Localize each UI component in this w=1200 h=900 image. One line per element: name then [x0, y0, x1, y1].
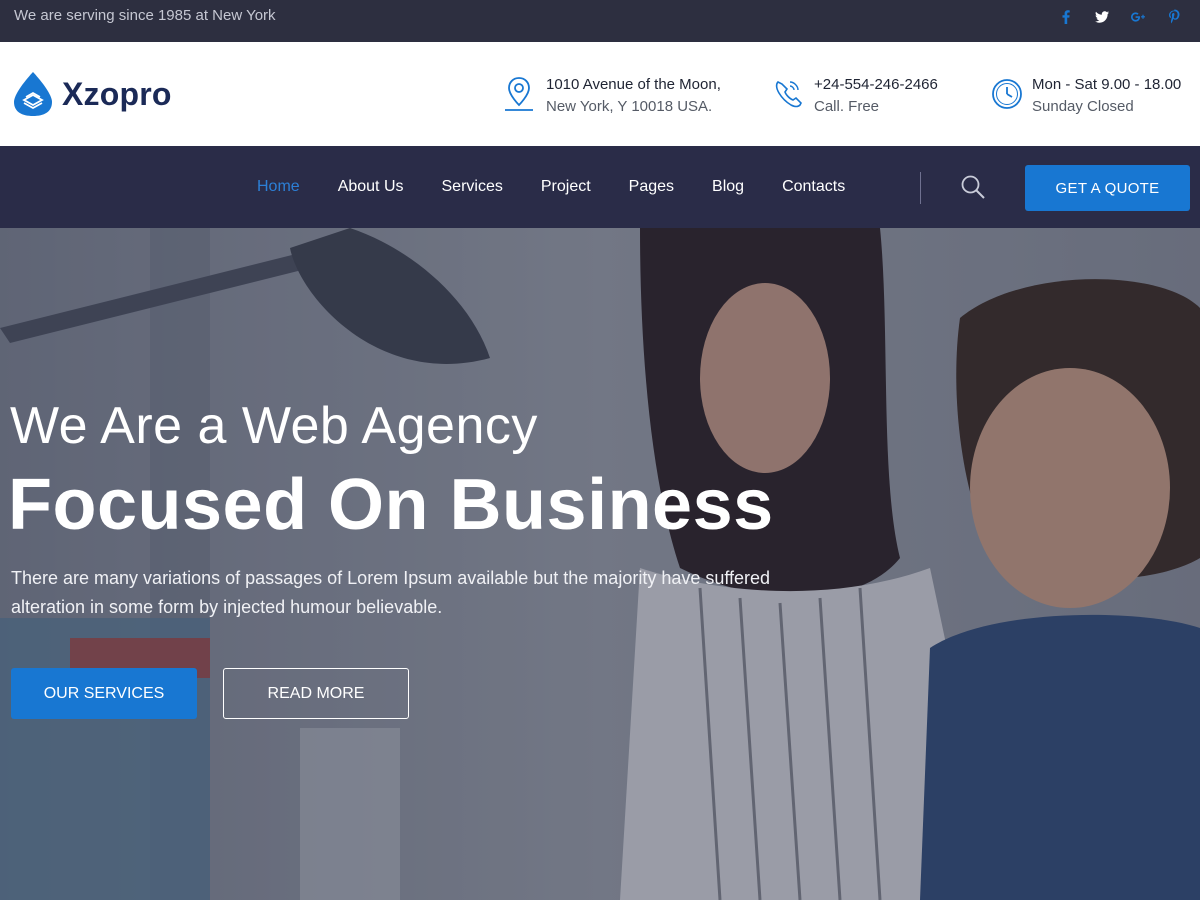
logo-text: Xzopro	[62, 75, 172, 112]
twitter-icon[interactable]	[1084, 6, 1120, 28]
nav-item-home[interactable]: Home	[238, 178, 319, 196]
our-services-button[interactable]: OUR SERVICES	[11, 668, 197, 719]
hours-info: Mon - Sat 9.00 - 18.00 Sunday Closed	[990, 74, 1181, 118]
search-icon[interactable]	[960, 174, 986, 200]
nav-divider	[920, 172, 921, 204]
phone-info: +24-554-246-2466 Call. Free	[772, 74, 938, 118]
location-pin-icon	[504, 74, 538, 114]
nav-item-blog[interactable]: Blog	[693, 178, 763, 196]
hours-line2: Sunday Closed	[1032, 98, 1134, 115]
main-nav: Home About Us Services Project Pages Blo…	[0, 146, 1200, 228]
nav-menu: Home About Us Services Project Pages Blo…	[238, 146, 864, 228]
get-a-quote-button[interactable]: GET A QUOTE	[1025, 165, 1190, 211]
social-links	[1048, 6, 1192, 28]
nav-item-services[interactable]: Services	[423, 178, 522, 196]
hours-line1: Mon - Sat 9.00 - 18.00	[1032, 76, 1182, 93]
phone-number[interactable]: +24-554-246-2466	[814, 74, 938, 96]
address-info: 1010 Avenue of the Moon, New York, Y 100…	[504, 74, 721, 118]
address-line1: 1010 Avenue of the Moon,	[546, 76, 721, 93]
google-plus-icon[interactable]	[1120, 6, 1156, 28]
pinterest-icon[interactable]	[1156, 6, 1192, 28]
clock-icon	[990, 74, 1024, 114]
facebook-icon[interactable]	[1048, 6, 1084, 28]
nav-item-project[interactable]: Project	[522, 178, 610, 196]
hero-title: Focused On Business	[8, 465, 774, 545]
nav-item-contacts[interactable]: Contacts	[763, 178, 864, 196]
tagline: We are serving since 1985 at New York	[14, 7, 276, 24]
hero-subtitle: We Are a Web Agency	[10, 397, 538, 455]
logo[interactable]: Xzopro	[12, 70, 172, 118]
phone-icon	[772, 74, 806, 114]
nav-item-about-us[interactable]: About Us	[319, 178, 423, 196]
logo-icon	[14, 72, 52, 116]
nav-item-pages[interactable]: Pages	[610, 178, 693, 196]
hero-text: There are many variations of passages of…	[11, 568, 771, 617]
read-more-button[interactable]: READ MORE	[223, 668, 409, 719]
phone-note: Call. Free	[814, 98, 880, 115]
hero-section: We Are a Web Agency Focused On Business …	[0, 228, 1200, 900]
site-header: Xzopro 1010 Avenue of the Moon, New York…	[0, 42, 1200, 146]
address-line2: New York, Y 10018 USA.	[546, 98, 713, 115]
top-bar: We are serving since 1985 at New York	[0, 0, 1200, 42]
